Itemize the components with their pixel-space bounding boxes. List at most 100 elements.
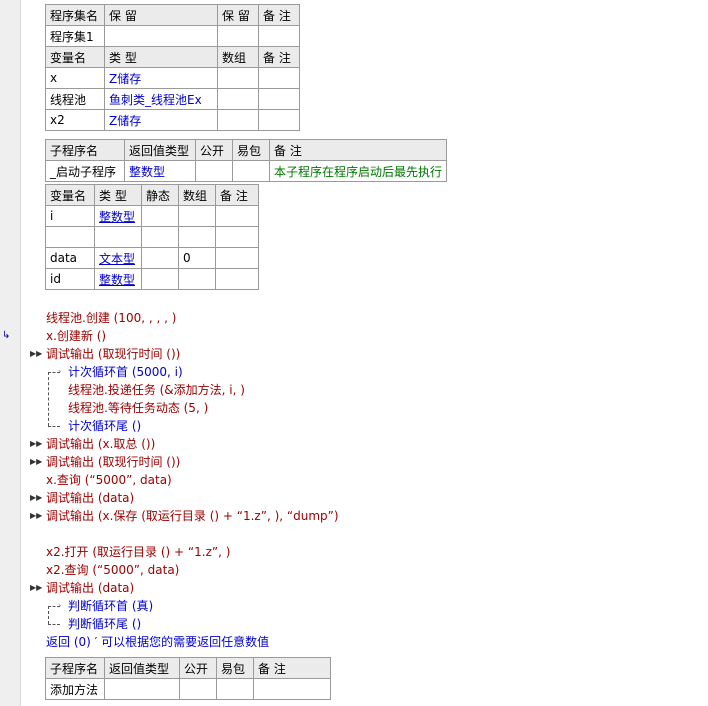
loop-arrow-icon: ›	[58, 601, 62, 610]
reserved-header-1: 保 留	[104, 4, 218, 26]
debug-output-icon: ▶▶	[30, 439, 43, 448]
var-array-cell[interactable]	[178, 205, 216, 227]
public-cell[interactable]	[179, 678, 217, 700]
var-remark-cell[interactable]	[215, 205, 259, 227]
sub-name-header: 子程序名	[45, 139, 125, 161]
remark-header: 备 注	[253, 657, 331, 679]
sub-remark-cell[interactable]	[253, 678, 331, 700]
return-type-header: 返回值类型	[104, 657, 180, 679]
var-name-cell[interactable]	[45, 226, 95, 248]
return-type-header: 返回值类型	[124, 139, 196, 161]
loop-arrow-icon: ›	[58, 367, 62, 376]
return-type-cell[interactable]	[104, 678, 180, 700]
code-line[interactable]: x.创建新 ()	[46, 327, 106, 345]
var-remark-cell[interactable]	[258, 109, 300, 131]
var-static-cell[interactable]	[141, 205, 179, 227]
code-line[interactable]: 调试输出 (data)	[46, 489, 134, 507]
var-remark-cell[interactable]	[258, 88, 300, 110]
var-type-cell[interactable]: 文本型	[94, 247, 142, 269]
reserved-cell-1[interactable]	[104, 25, 218, 47]
var-remark-cell[interactable]	[215, 247, 259, 269]
code-line[interactable]: 线程池.等待任务动态 (5, )	[68, 399, 208, 417]
var-name-cell[interactable]: data	[45, 247, 95, 269]
remark-header: 备 注	[215, 184, 259, 206]
loop-connector	[48, 606, 49, 624]
code-line[interactable]: x2.查询 (“5000”, data)	[46, 561, 179, 579]
var-type-cell[interactable]: Z储存	[104, 109, 218, 131]
public-cell[interactable]	[195, 160, 233, 182]
var-remark-cell[interactable]	[215, 226, 259, 248]
static-header: 静态	[141, 184, 179, 206]
easy-pack-cell[interactable]	[232, 160, 270, 182]
assembly-name-cell[interactable]: 程序集1	[45, 25, 105, 47]
loop-connector	[48, 372, 49, 426]
sub-name-cell[interactable]: 添加方法	[45, 678, 105, 700]
code-line[interactable]: 调试输出 (x.保存 (取运行目录 () + “1.z”, ), “dump”)	[46, 507, 339, 525]
var-static-cell[interactable]	[141, 268, 179, 290]
var-type-cell[interactable]: 整数型	[94, 205, 142, 227]
var-type-cell[interactable]: Z储存	[104, 67, 218, 89]
reserved-cell-2[interactable]	[217, 25, 259, 47]
sub-name-cell[interactable]: _启动子程序	[45, 160, 125, 182]
var-remark-cell[interactable]	[258, 67, 300, 89]
var-name-header: 变量名	[45, 46, 105, 68]
array-header: 数组	[178, 184, 216, 206]
code-line[interactable]: 调试输出 (x.取总 ())	[46, 435, 155, 453]
remark-header: 备 注	[268, 139, 448, 161]
var-type-cell[interactable]	[94, 226, 142, 248]
subroutine-table: 子程序名 返回值类型 公开 易包 备 注 _启动子程序 整数型 本子程序在程序启…	[45, 139, 448, 182]
local-vars-table: 变量名 类 型 静态 数组 备 注 i 整数型 data 文本型 0 id 整数…	[45, 184, 259, 290]
public-header: 公开	[179, 657, 217, 679]
debug-output-icon: ▶▶	[30, 583, 43, 592]
array-header: 数组	[217, 46, 259, 68]
remark-header: 备 注	[258, 46, 300, 68]
var-static-cell[interactable]	[141, 247, 179, 269]
var-name-cell[interactable]: 线程池	[45, 88, 105, 110]
code-line[interactable]: 判断循环尾 ()	[68, 615, 141, 633]
var-name-cell[interactable]: x	[45, 67, 105, 89]
code-line[interactable]: 调试输出 (data)	[46, 579, 134, 597]
code-line[interactable]: 调试输出 (取现行时间 ())	[46, 453, 180, 471]
sub-remark-cell[interactable]: 本子程序在程序启动后最先执行	[268, 160, 448, 182]
code-line[interactable]: 调试输出 (取现行时间 ())	[46, 345, 180, 363]
var-array-cell[interactable]	[217, 88, 259, 110]
code-line[interactable]: 计次循环尾 ()	[68, 417, 141, 435]
easy-pack-header: 易包	[216, 657, 254, 679]
code-line[interactable]: 计次循环首 (5000, i)	[68, 363, 183, 381]
remark-header: 备 注	[258, 4, 300, 26]
type-header: 类 型	[94, 184, 142, 206]
assembly-table: 程序集名 保 留 保 留 备 注 程序集1 变量名 类 型 数组 备 注 x Z…	[45, 4, 300, 131]
public-header: 公开	[195, 139, 233, 161]
code-line[interactable]: x2.打开 (取运行目录 () + “1.z”, )	[46, 543, 230, 561]
remark-cell[interactable]	[258, 25, 300, 47]
var-static-cell[interactable]	[141, 226, 179, 248]
var-array-cell[interactable]	[217, 109, 259, 131]
editor-gutter	[0, 0, 21, 706]
loop-connector	[48, 426, 60, 427]
var-array-cell[interactable]: 0	[178, 247, 216, 269]
var-array-cell[interactable]	[178, 226, 216, 248]
code-line[interactable]: 返回 (0) ′ 可以根据您的需要返回任意数值	[46, 633, 269, 651]
debug-output-icon: ▶▶	[30, 457, 43, 466]
code-line[interactable]: 线程池.创建 (100, , , , )	[46, 309, 176, 327]
var-array-cell[interactable]	[178, 268, 216, 290]
var-type-cell[interactable]: 整数型	[94, 268, 142, 290]
var-type-cell[interactable]: 鱼刺类_线程池Ex	[104, 88, 218, 110]
easy-pack-cell[interactable]	[216, 678, 254, 700]
debug-output-icon: ▶▶	[30, 511, 43, 520]
var-array-cell[interactable]	[217, 67, 259, 89]
var-name-cell[interactable]: x2	[45, 109, 105, 131]
assembly-name-header: 程序集名	[45, 4, 105, 26]
current-line-marker-icon: ↳	[2, 330, 11, 341]
var-remark-cell[interactable]	[215, 268, 259, 290]
return-type-cell[interactable]: 整数型	[124, 160, 196, 182]
reserved-header-2: 保 留	[217, 4, 259, 26]
code-line[interactable]: 线程池.投递任务 (&添加方法, i, )	[68, 381, 245, 399]
var-name-cell[interactable]: id	[45, 268, 95, 290]
code-line[interactable]: 判断循环首 (真)	[68, 597, 153, 615]
var-name-cell[interactable]: i	[45, 205, 95, 227]
sub-name-header: 子程序名	[45, 657, 105, 679]
type-header: 类 型	[104, 46, 218, 68]
debug-output-icon: ▶▶	[30, 493, 43, 502]
code-line[interactable]: x.查询 (“5000”, data)	[46, 471, 172, 489]
